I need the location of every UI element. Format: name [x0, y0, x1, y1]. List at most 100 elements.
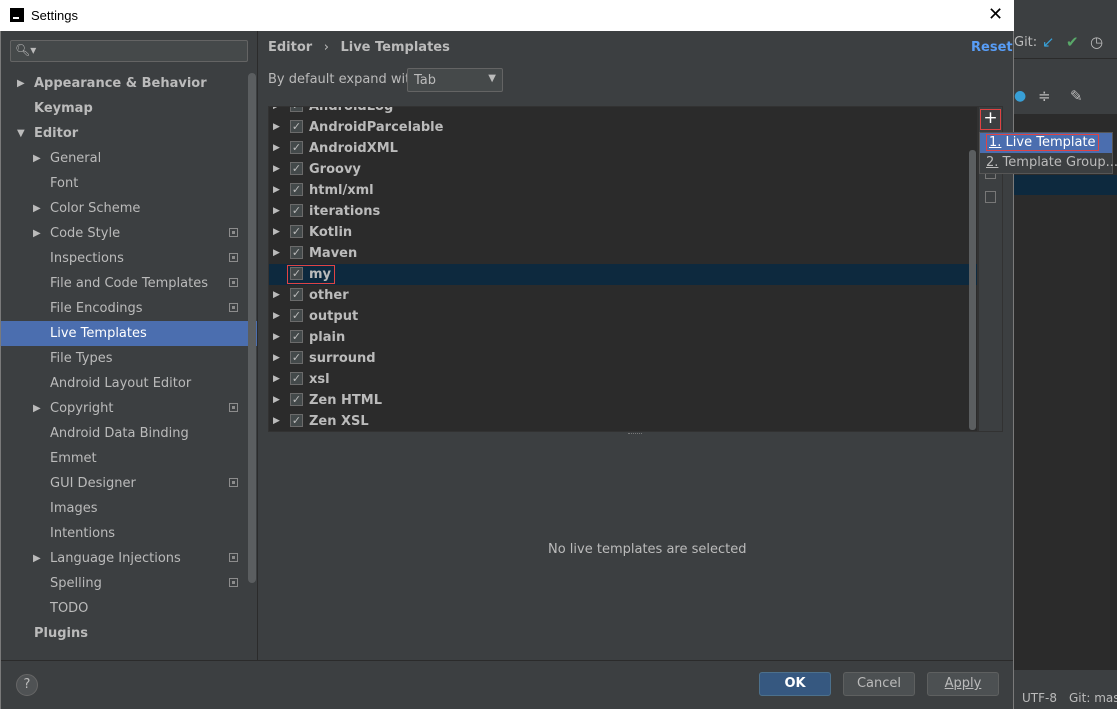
collapse-icon[interactable]: ≑ — [1038, 87, 1051, 105]
group-checkbox[interactable]: ✓ — [290, 120, 303, 133]
chevron-right-icon[interactable]: ▶ — [273, 243, 280, 264]
template-group-row[interactable]: ▶ ✓ AndroidParcelable — [269, 117, 977, 138]
template-group-row[interactable]: ▶ ✓ Zen HTML — [269, 390, 977, 411]
template-group-row[interactable]: ▶ ✓ other — [269, 285, 977, 306]
breadcrumb-parent[interactable]: Editor — [268, 40, 312, 55]
chevron-right-icon[interactable]: ▶ — [33, 196, 41, 221]
template-group-row[interactable]: ▶ ✓ xsl — [269, 369, 977, 390]
menu-item-live-template[interactable]: 1. Live Template — [980, 133, 1112, 153]
sidebar-item[interactable]: ▶ Color Scheme — [1, 196, 257, 221]
group-checkbox[interactable]: ✓ — [290, 183, 303, 196]
group-checkbox[interactable]: ✓ — [290, 162, 303, 175]
chevron-right-icon[interactable]: ▶ — [17, 71, 25, 96]
group-checkbox[interactable]: ✓ — [290, 246, 303, 259]
sidebar-item[interactable]: Live Templates — [1, 321, 257, 346]
menu-item-template-group[interactable]: 2. Template Group... — [980, 153, 1117, 173]
copy-icon[interactable] — [985, 191, 996, 203]
group-checkbox[interactable]: ✓ — [290, 393, 303, 406]
encoding-status[interactable]: UTF-8 — [1022, 691, 1057, 705]
group-checkbox[interactable]: ✓ — [290, 141, 303, 154]
sidebar-item[interactable]: ▶ Language Injections — [1, 546, 257, 571]
chevron-right-icon[interactable]: ▶ — [273, 390, 280, 411]
splitter-divider[interactable] — [257, 31, 258, 660]
chevron-right-icon[interactable]: ▶ — [273, 222, 280, 243]
chevron-right-icon[interactable]: ▶ — [273, 180, 280, 201]
group-checkbox[interactable]: ✓ — [290, 351, 303, 364]
sidebar-item[interactable]: Android Layout Editor — [1, 371, 257, 396]
sidebar-item[interactable]: Android Data Binding — [1, 421, 257, 446]
git-branch-status[interactable]: Git: mas — [1069, 691, 1117, 705]
sidebar-scrollbar[interactable] — [248, 73, 256, 583]
template-group-row[interactable]: ▶ ✓ AndroidXML — [269, 138, 977, 159]
group-checkbox[interactable]: ✓ — [290, 107, 303, 112]
add-circle-icon[interactable]: ● — [1014, 88, 1026, 104]
template-group-row[interactable]: ✓ my — [269, 264, 977, 285]
chevron-down-icon[interactable]: ▼ — [17, 121, 25, 146]
chevron-right-icon[interactable]: ▶ — [273, 201, 280, 222]
sidebar-item[interactable]: ▶ Appearance & Behavior — [1, 71, 257, 96]
group-checkbox[interactable]: ✓ — [290, 414, 303, 427]
chevron-right-icon[interactable]: ▶ — [273, 306, 280, 327]
ok-button[interactable]: OK — [759, 672, 831, 696]
group-checkbox[interactable]: ✓ — [290, 204, 303, 217]
sidebar-item[interactable]: ▶ General — [1, 146, 257, 171]
apply-button[interactable]: Apply — [927, 672, 999, 696]
chevron-right-icon[interactable]: ▶ — [33, 546, 41, 571]
group-checkbox[interactable]: ✓ — [290, 225, 303, 238]
sidebar-item[interactable]: TODO — [1, 596, 257, 621]
template-group-row[interactable]: ▶ ✓ output — [269, 306, 977, 327]
chevron-right-icon[interactable]: ▶ — [273, 369, 280, 390]
sidebar-item[interactable]: GUI Designer — [1, 471, 257, 496]
sidebar-item[interactable]: ▼ Editor — [1, 121, 257, 146]
sidebar-item[interactable]: ▶ Code Style — [1, 221, 257, 246]
sidebar-item[interactable]: ▶ Copyright — [1, 396, 257, 421]
sidebar-item[interactable]: Plugins — [1, 621, 257, 646]
sidebar-item[interactable]: File Types — [1, 346, 257, 371]
template-group-row[interactable]: ▶ ✓ Groovy — [269, 159, 977, 180]
sidebar-item[interactable]: Spelling — [1, 571, 257, 596]
chevron-right-icon[interactable]: ▶ — [273, 107, 280, 117]
template-group-row[interactable]: ▶ ✓ AndroidLog — [269, 107, 977, 117]
list-scrollbar[interactable] — [969, 150, 976, 430]
sidebar-item[interactable]: Inspections — [1, 246, 257, 271]
sidebar-item[interactable]: Images — [1, 496, 257, 521]
group-checkbox[interactable]: ✓ — [290, 372, 303, 385]
reset-link[interactable]: Reset — [971, 40, 1013, 55]
expand-with-select[interactable]: Tab ▼ — [407, 68, 503, 92]
commit-check-icon[interactable]: ✔ — [1066, 33, 1079, 51]
template-group-row[interactable]: ▶ ✓ Zen XSL — [269, 411, 977, 431]
close-icon[interactable]: ✕ — [988, 4, 1003, 25]
group-checkbox[interactable]: ✓ — [290, 288, 303, 301]
history-clock-icon[interactable]: ◷ — [1090, 33, 1103, 51]
add-button[interactable]: + — [980, 109, 1001, 130]
sidebar-item[interactable]: Font — [1, 171, 257, 196]
group-checkbox[interactable]: ✓ — [290, 309, 303, 322]
template-group-row[interactable]: ▶ ✓ Kotlin — [269, 222, 977, 243]
chevron-right-icon[interactable]: ▶ — [33, 396, 41, 421]
sidebar-item[interactable]: Emmet — [1, 446, 257, 471]
chevron-right-icon[interactable]: ▶ — [273, 411, 280, 431]
template-group-row[interactable]: ▶ ✓ Maven — [269, 243, 977, 264]
chevron-right-icon[interactable]: ▶ — [273, 285, 280, 306]
wrench-icon[interactable]: ✎ — [1070, 87, 1083, 105]
help-button[interactable]: ? — [16, 674, 38, 696]
template-group-row[interactable]: ▶ ✓ plain — [269, 327, 977, 348]
template-group-row[interactable]: ▶ ✓ surround — [269, 348, 977, 369]
settings-search-input[interactable]: 🔍︎▾ — [10, 40, 248, 62]
chevron-right-icon[interactable]: ▶ — [273, 327, 280, 348]
sidebar-item[interactable]: File and Code Templates — [1, 271, 257, 296]
chevron-right-icon[interactable]: ▶ — [33, 146, 41, 171]
template-group-row[interactable]: ▶ ✓ html/xml — [269, 180, 977, 201]
sidebar-item[interactable]: Intentions — [1, 521, 257, 546]
group-checkbox[interactable]: ✓ — [290, 330, 303, 343]
update-arrow-icon[interactable]: ↙ — [1042, 33, 1055, 51]
sidebar-item[interactable]: File Encodings — [1, 296, 257, 321]
chevron-right-icon[interactable]: ▶ — [273, 138, 280, 159]
cancel-button[interactable]: Cancel — [843, 672, 915, 696]
horizontal-splitter[interactable] — [628, 433, 642, 437]
sidebar-item[interactable]: Keymap — [1, 96, 257, 121]
chevron-right-icon[interactable]: ▶ — [273, 159, 280, 180]
chevron-right-icon[interactable]: ▶ — [33, 221, 41, 246]
chevron-right-icon[interactable]: ▶ — [273, 348, 280, 369]
template-group-row[interactable]: ▶ ✓ iterations — [269, 201, 977, 222]
